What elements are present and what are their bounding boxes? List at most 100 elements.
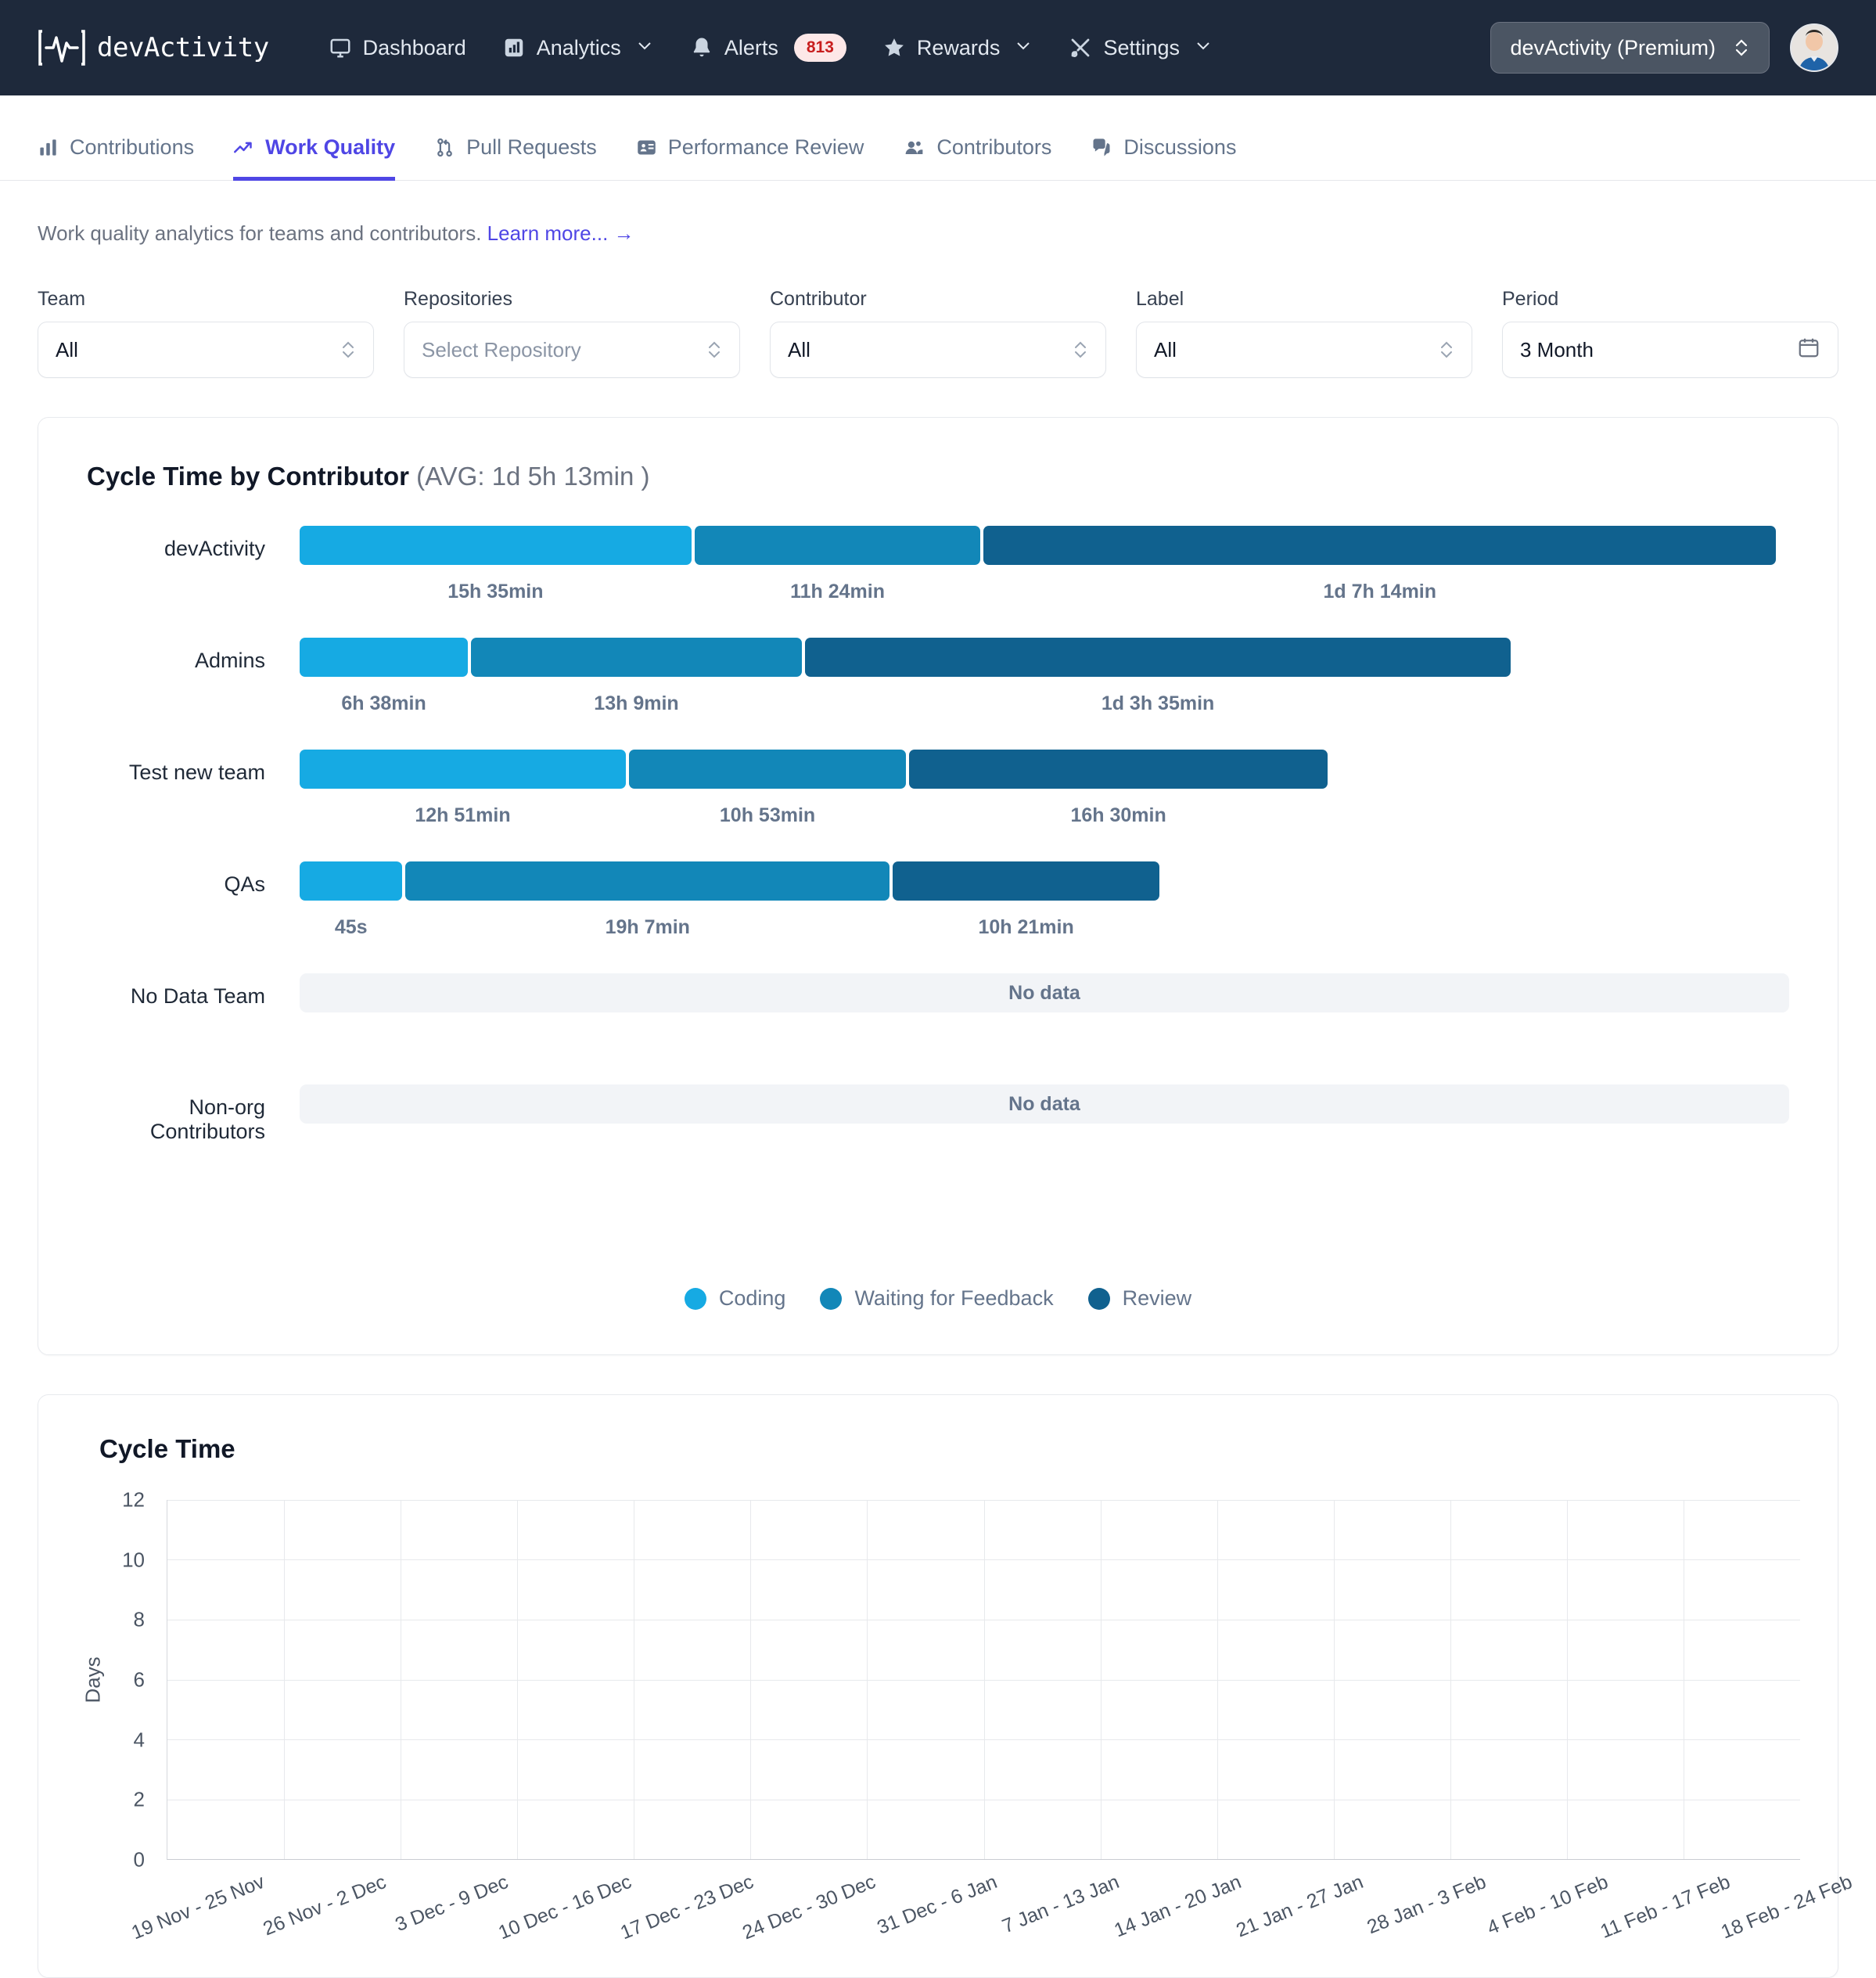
cycle-time-segment[interactable] (300, 526, 692, 565)
tab-contributors[interactable]: Contributors (903, 135, 1051, 181)
org-selector[interactable]: devActivity (Premium) (1490, 22, 1770, 74)
filter-period-label: Period (1502, 288, 1559, 310)
legend-item[interactable]: Waiting for Feedback (820, 1286, 1054, 1311)
cycle-time-card: Cycle Time Days 0 2 4 6 8 10 12 19 Nov - 25 No… (38, 1394, 1856, 1978)
filter-team-value: All (56, 337, 78, 361)
y-axis-tick-label: 6 (133, 1667, 145, 1692)
cycle-time-segment[interactable] (471, 638, 802, 677)
cycle-time-row-label: Test new team (128, 761, 265, 784)
cycle-time-chart-container: Cycle Time Days 0 2 4 6 8 10 12 19 Nov - 25 No… (38, 1395, 1856, 1977)
row-gap (87, 1058, 1789, 1084)
arrow-right-icon: → (613, 221, 634, 245)
monitor-icon (329, 36, 352, 59)
x-axis-tick-label: 14 Jan - 20 Jan (1111, 1871, 1245, 1942)
filter-label: Label All (1136, 288, 1472, 378)
cycle-time-segment[interactable] (628, 750, 907, 789)
git-pull-request-icon (434, 137, 455, 158)
legend-item[interactable]: Coding (684, 1286, 786, 1311)
legend-label: Review (1122, 1286, 1192, 1310)
nav-item-dashboard[interactable]: Dashboard (329, 36, 466, 60)
tab-pull-requests[interactable]: Pull Requests (434, 135, 597, 181)
calendar-icon[interactable] (1797, 336, 1820, 365)
grid-line-vertical (1566, 1500, 1568, 1859)
cycle-time-segment[interactable] (694, 526, 981, 565)
bar-chart-icon (38, 137, 59, 158)
chevron-down-icon (1014, 36, 1033, 60)
filter-label-label: Label (1136, 288, 1184, 310)
legend-item[interactable]: Review (1087, 1286, 1192, 1311)
filter-bar: Team All Repositories Select Repository … (0, 246, 1876, 378)
filter-repositories-label: Repositories (404, 288, 512, 310)
brand-logo[interactable]: devActivity (38, 28, 269, 67)
cycle-time-row-track: No data (300, 973, 1789, 1044)
alerts-count-badge: 813 (793, 34, 846, 62)
cycle-time-row: devActivity 15h 35min 11h 24min 1d 7h 14min (87, 526, 1789, 603)
cycle-time-row-label: QAs (224, 872, 265, 896)
cycle-time-segment[interactable] (300, 638, 469, 677)
cycle-time-segment-value: 10h 53min (719, 804, 816, 826)
org-selector-value: devActivity (Premium) (1510, 35, 1716, 59)
nav-item-analytics[interactable]: Analytics (502, 36, 654, 60)
y-axis-tick-label: 8 (133, 1607, 145, 1631)
star-icon (882, 36, 906, 59)
cycle-time-segment[interactable] (893, 861, 1159, 901)
legend-label: Coding (718, 1286, 786, 1310)
filter-period-value: 3 Month (1520, 337, 1594, 361)
cycle-time-row-label: Non-org Contributors (149, 1095, 265, 1143)
chevron-down-icon (1194, 36, 1213, 60)
cycle-time-segment[interactable] (300, 861, 403, 901)
cycle-time-row-track: 6h 38min 13h 9min 1d 3h 35min (300, 638, 1789, 715)
cycle-time-segment-value: 11h 24min (790, 581, 885, 602)
filter-repositories-select[interactable]: Select Repository (404, 322, 740, 378)
cycle-time-segment-value: 13h 9min (594, 692, 679, 714)
learn-more-link[interactable]: Learn more... → (487, 221, 634, 245)
filter-period: Period 3 Month (1502, 288, 1838, 378)
tab-label-pull-requests: Pull Requests (466, 135, 597, 159)
cycle-time-value-group: 6h 38min 13h 9min 1d 3h 35min (300, 692, 1789, 715)
filter-contributor-select[interactable]: All (770, 322, 1106, 378)
id-card-icon (636, 137, 657, 158)
filter-period-input[interactable]: 3 Month (1502, 322, 1838, 378)
cycle-time-segment[interactable] (909, 750, 1328, 789)
filter-team-select[interactable]: All (38, 322, 374, 378)
tab-contributions[interactable]: Contributions (38, 135, 194, 181)
tab-work-quality[interactable]: Work Quality (233, 135, 396, 181)
x-axis-tick-label: 24 Dec - 30 Dec (739, 1870, 879, 1944)
filter-contributor-label: Contributor (770, 288, 867, 310)
y-axis-tick-label: 4 (133, 1728, 145, 1752)
chevron-up-down-icon (340, 337, 356, 362)
y-axis-tick-label: 12 (122, 1487, 145, 1512)
cycle-time-row-label: devActivity (164, 537, 265, 560)
cycle-time-segment[interactable] (804, 638, 1511, 677)
grid-line-vertical (1217, 1500, 1218, 1859)
no-data-bar: No data (300, 1084, 1789, 1124)
cycle-time-segment[interactable] (405, 861, 890, 901)
card-title-average: (AVG: 1d 5h 13min ) (416, 462, 650, 491)
grid-line-vertical (517, 1500, 519, 1859)
filter-label-select[interactable]: All (1136, 322, 1472, 378)
cycle-time-row-track: 45s 19h 7min 10h 21min (300, 861, 1789, 939)
x-axis-tick-label: 28 Jan - 3 Feb (1364, 1871, 1489, 1939)
trend-up-icon (233, 137, 254, 158)
nav-item-rewards[interactable]: Rewards (882, 36, 1033, 60)
nav-item-settings[interactable]: Settings (1069, 36, 1213, 60)
analytics-tabs-bar: Contributions Work Quality Pull Requests… (0, 95, 1876, 181)
row-spacer (300, 1012, 1789, 1044)
cycle-time-segment[interactable] (300, 750, 626, 789)
chevron-up-down-icon (706, 337, 722, 362)
nav-item-alerts[interactable]: Alerts 813 (690, 34, 846, 62)
filter-label-value: All (1154, 337, 1177, 361)
filter-repositories-value: Select Repository (422, 337, 581, 361)
filter-team-label: Team (38, 288, 86, 310)
filter-team: Team All (38, 288, 374, 378)
cycle-time-segment[interactable] (983, 526, 1777, 565)
tab-discussions[interactable]: Discussions (1091, 135, 1236, 181)
grid-line-vertical (983, 1500, 985, 1859)
y-axis-tick-label: 10 (122, 1548, 145, 1572)
nav-label-rewards: Rewards (916, 35, 1001, 59)
tab-performance-review[interactable]: Performance Review (636, 135, 864, 181)
row-gap (87, 1169, 1789, 1196)
tab-label-work-quality: Work Quality (265, 135, 396, 159)
no-data-bar: No data (300, 973, 1789, 1012)
avatar[interactable] (1790, 23, 1838, 72)
